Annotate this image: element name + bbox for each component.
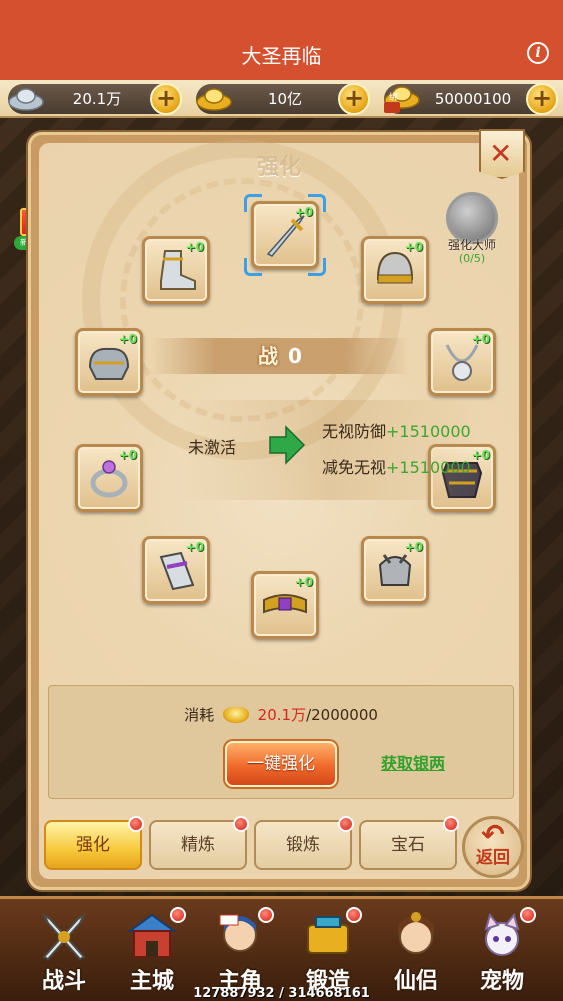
stat-reduce-ignore: 减免无视+1510000 [322,458,471,477]
notification-dot [338,816,354,832]
power-banner: 战0 [150,338,410,374]
notification-dot [233,816,249,832]
exp-counter: 127887932 / 314668161 [193,986,370,1001]
gold-value: 10亿 [267,90,303,108]
slot-helmet[interactable]: +0 [361,236,429,304]
power-label: 战 [258,344,279,368]
close-x-icon: ✕ [489,137,513,170]
slot-weapon[interactable]: +0 [251,201,319,269]
title-bar: 大圣再临 i [0,0,563,80]
enhance-master[interactable]: 强化大师 (0/5) [438,192,506,272]
battle-icon [41,912,87,961]
activation-status: 未激活 [188,438,237,457]
bound-gold-icon [384,86,420,113]
currency-bar: 20.1万 + 10亿 + 绑 50000100 + [0,80,563,118]
bound-gold-value: 50000100 [434,90,512,108]
bound-gold-currency: 绑 50000100 + [384,83,558,115]
return-button[interactable]: ↶ 返回 [462,816,524,878]
one-key-enhance-button[interactable]: 一键强化 [225,741,337,787]
return-arrow-icon: ↶ [481,818,505,851]
notification-dot [258,907,274,923]
cost-required: /2000000 [306,706,378,724]
power-value: 0 [288,344,302,368]
add-silver-button[interactable]: + [150,83,182,115]
page-title: 大圣再临 [241,44,322,68]
silver-ingot-icon [8,88,44,111]
slot-boots[interactable]: +0 [142,236,210,304]
master-progress: (0/5) [458,252,486,265]
cost-current: 20.1万 [257,706,307,724]
companion-icon [398,912,434,954]
notification-dot [346,907,362,923]
silver-currency: 20.1万 + [8,83,182,115]
add-bound-gold-button[interactable]: + [526,83,558,115]
gold-currency: 10亿 + [196,83,370,115]
slot-gauntlet[interactable]: +0 [361,536,429,604]
tab-temper[interactable]: 锻炼 [254,816,354,870]
slot-bracer[interactable]: +0 [142,536,210,604]
tab-refine[interactable]: 精炼 [149,816,249,870]
notification-dot [443,816,459,832]
bound-badge: 绑 [389,93,399,103]
cost-line: 消耗 20.1万/2000000 [184,706,378,724]
notification-dot [170,907,186,923]
slot-shoulder[interactable]: +0 [75,328,143,396]
info-icon[interactable]: i [527,42,549,64]
silver-value: 20.1万 [72,90,122,108]
slot-belt[interactable]: +0 [251,571,319,639]
tab-gem[interactable]: 宝石 [359,816,459,870]
stat-ignore-defense: 无视防御+1510000 [322,422,471,441]
master-name: 强化大师 [447,238,496,252]
get-silver-link[interactable]: 获取银两 [381,750,445,774]
arrow-right-icon [269,425,306,465]
close-button[interactable]: ✕ [479,129,525,179]
cost-box: 消耗 20.1万/2000000 一键强化 获取银两 [48,685,514,799]
slot-ring[interactable]: +0 [75,444,143,512]
tab-enhance[interactable]: 强化 [44,816,144,870]
gold-ingot-icon [222,707,249,723]
slot-necklace[interactable]: +0 [428,328,496,396]
add-gold-button[interactable]: + [338,83,370,115]
notification-dot [128,816,144,832]
notification-dot [520,907,536,923]
gold-ingot-icon [196,88,232,111]
